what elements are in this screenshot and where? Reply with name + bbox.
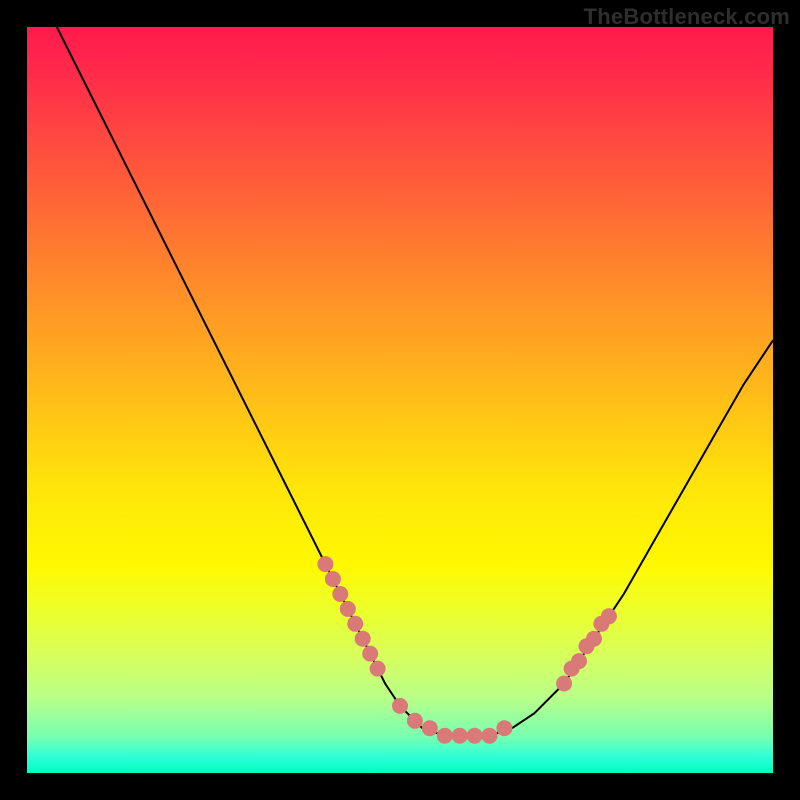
curve-marker <box>571 653 587 669</box>
curve-marker <box>496 720 512 736</box>
curve-layer <box>27 27 773 773</box>
curve-markers <box>317 556 617 744</box>
curve-marker <box>452 728 468 744</box>
curve-marker <box>362 646 378 662</box>
bottleneck-curve <box>57 27 773 736</box>
curve-marker <box>422 720 438 736</box>
curve-marker <box>407 713 423 729</box>
curve-marker <box>467 728 483 744</box>
curve-marker <box>370 661 386 677</box>
curve-marker <box>482 728 498 744</box>
curve-marker <box>355 631 371 647</box>
curve-marker <box>340 601 356 617</box>
curve-marker <box>586 631 602 647</box>
curve-marker <box>392 698 408 714</box>
curve-marker <box>601 608 617 624</box>
curve-marker <box>317 556 333 572</box>
curve-marker <box>437 728 453 744</box>
curve-marker <box>556 676 572 692</box>
curve-marker <box>325 571 341 587</box>
curve-marker <box>332 586 348 602</box>
curve-marker <box>347 616 363 632</box>
